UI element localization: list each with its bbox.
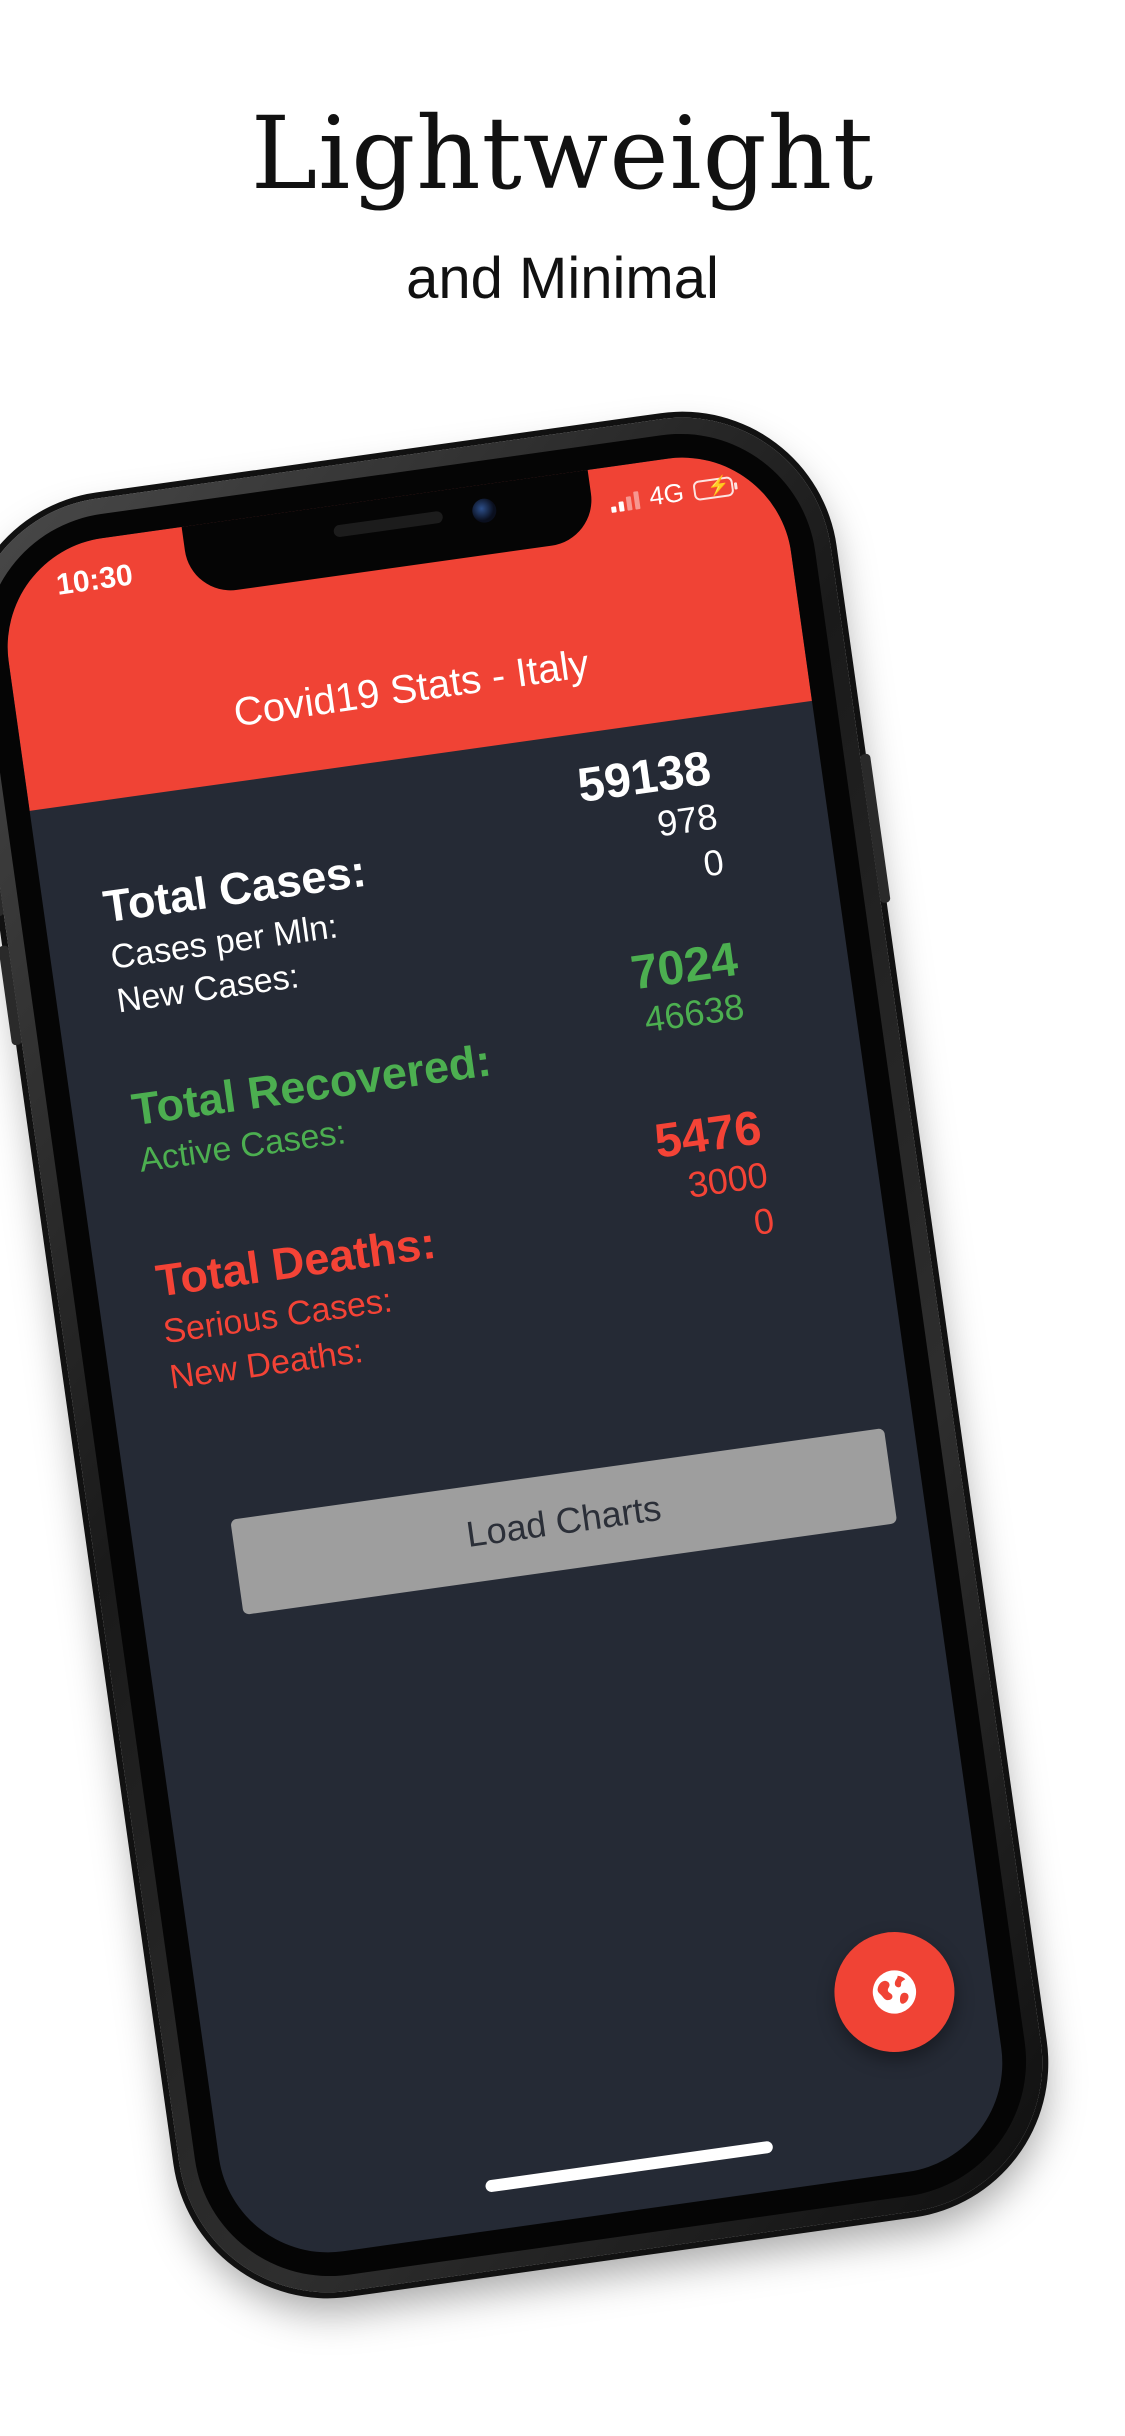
promo-subline: and Minimal [406,246,719,311]
volume-up-button [0,816,4,917]
home-indicator[interactable] [484,2140,774,2193]
new-deaths-value: 0 [751,1199,777,1243]
status-icons: 4G ⚡ [609,470,736,518]
globe-fab-button[interactable] [826,1924,963,2060]
front-camera [470,497,498,525]
power-button [859,753,891,904]
cases-per-mln-value: 978 [654,795,720,845]
load-charts-button[interactable]: Load Charts [230,1427,898,1615]
app-screen: 10:30 4G ⚡ Covid19 Stats - Italy Total C… [0,443,1017,2267]
signal-icon [609,489,641,513]
speaker-grille [332,510,444,538]
load-charts-label: Load Charts [463,1487,664,1555]
status-time: 10:30 [54,558,135,602]
network-type: 4G [647,476,686,512]
promo-headline: Lightweight [250,95,875,212]
new-cases-value: 0 [700,840,727,885]
volume-down-button [0,945,23,1046]
globe-icon [872,1970,917,2014]
phone-frame: 10:30 4G ⚡ Covid19 Stats - Italy Total C… [0,398,1062,2312]
battery-charging-icon: ⚡ [692,474,735,501]
